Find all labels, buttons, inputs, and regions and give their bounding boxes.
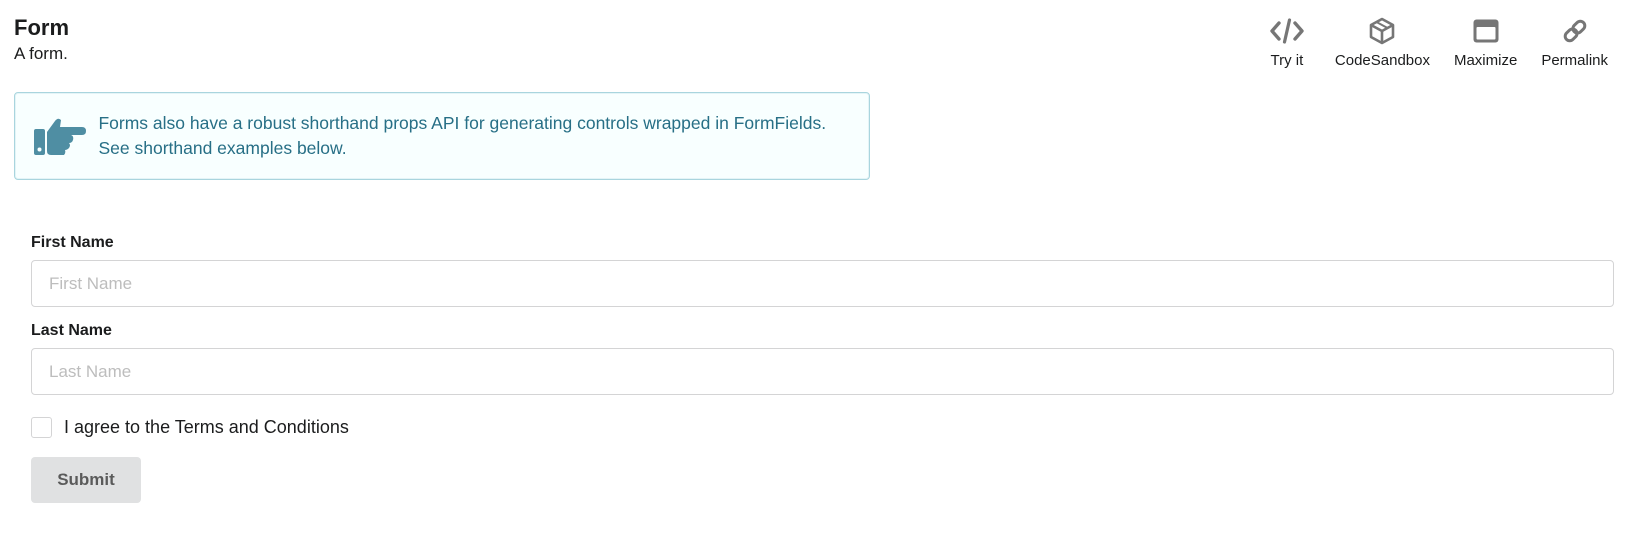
terms-checkbox-label[interactable]: I agree to the Terms and Conditions xyxy=(64,416,349,438)
first-name-input[interactable] xyxy=(31,260,1614,307)
hand-point-right-icon xyxy=(15,115,98,157)
info-message: Forms also have a robust shorthand props… xyxy=(14,92,870,180)
codesandbox-button[interactable]: CodeSandbox xyxy=(1323,16,1442,70)
form-example-page: Form A form. Try it CodeSandbox Maximize… xyxy=(0,0,1630,541)
page-title: Form xyxy=(14,15,69,40)
permalink-button[interactable]: Permalink xyxy=(1529,16,1620,70)
last-name-label: Last Name xyxy=(31,322,112,339)
first-name-label: First Name xyxy=(31,234,114,251)
maximize-button[interactable]: Maximize xyxy=(1442,16,1529,70)
window-maximize-icon xyxy=(1469,16,1503,46)
terms-checkbox-row[interactable]: I agree to the Terms and Conditions xyxy=(31,416,1614,438)
try-it-button[interactable]: Try it xyxy=(1251,16,1323,70)
last-name-field: Last Name xyxy=(31,321,1614,395)
first-name-field: First Name xyxy=(31,233,1614,307)
submit-button[interactable]: Submit xyxy=(31,457,141,503)
example-form: First Name Last Name I agree to the Term… xyxy=(31,233,1614,503)
example-header: Form A form. xyxy=(14,14,69,65)
try-it-label: Try it xyxy=(1270,52,1304,69)
code-icon xyxy=(1270,16,1304,46)
cube-icon xyxy=(1365,16,1399,46)
info-message-text: Forms also have a robust shorthand props… xyxy=(98,113,827,158)
link-icon xyxy=(1558,16,1592,46)
last-name-input[interactable] xyxy=(31,348,1614,395)
codesandbox-label: CodeSandbox xyxy=(1334,52,1430,69)
maximize-label: Maximize xyxy=(1453,52,1518,69)
permalink-label: Permalink xyxy=(1541,52,1608,69)
terms-checkbox[interactable] xyxy=(31,416,52,438)
example-toolbar: Try it CodeSandbox Maximize Permalink xyxy=(1251,16,1620,70)
page-subtitle: A form. xyxy=(14,44,68,63)
